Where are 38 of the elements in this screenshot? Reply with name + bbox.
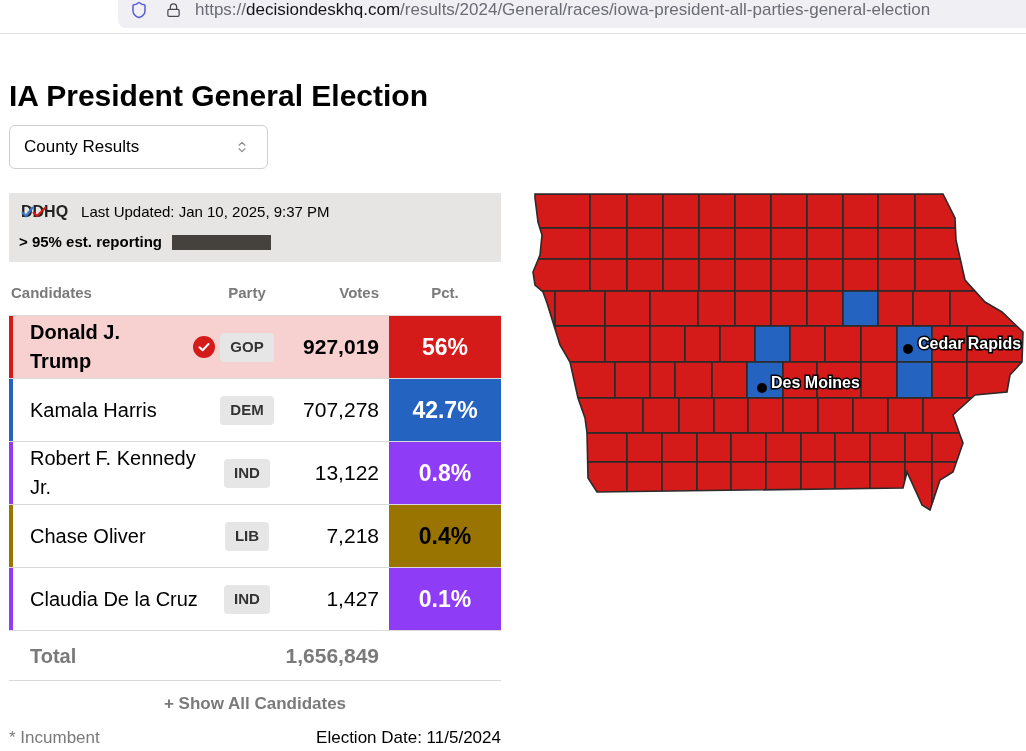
page-title: IA President General Election	[9, 78, 429, 114]
party-badge: DEM	[220, 395, 274, 425]
candidate-name: Chase Oliver	[30, 524, 146, 547]
column-header: Pct.	[431, 284, 459, 302]
percent-cell: 0.1%	[389, 568, 501, 630]
candidate-name: Donald J. Trump	[30, 321, 120, 372]
party-badge: LIB	[224, 521, 270, 551]
vote-count: 1,427	[326, 586, 379, 612]
party-badge: IND	[224, 584, 270, 614]
percent-cell: 42.7%	[389, 379, 501, 441]
vote-count: 7,218	[326, 523, 379, 549]
check-circle-icon	[193, 336, 215, 358]
lock-icon[interactable]	[166, 2, 181, 18]
percent-cell: 0.4%	[389, 505, 501, 567]
incumbent-note: * Incumbent	[9, 727, 100, 750]
view-select[interactable]: County Results	[9, 125, 268, 169]
total-label: Total	[30, 643, 77, 669]
city-dot-icon	[757, 383, 767, 393]
column-header: Candidates	[11, 284, 92, 302]
vote-count: 707,278	[303, 397, 379, 423]
party-badge: IND	[224, 458, 270, 488]
shield-icon[interactable]	[130, 1, 148, 19]
candidate-name: Kamala Harris	[30, 398, 157, 421]
election-date: Election Date: 11/5/2024	[316, 727, 501, 750]
last-updated-text: Last Updated: Jan 10, 2025, 9:37 PM	[81, 202, 330, 222]
percent-cell: 56%	[389, 316, 501, 378]
column-header: Votes	[339, 284, 379, 302]
column-header: Party	[228, 284, 266, 302]
total-votes: 1,656,849	[285, 642, 379, 669]
candidate-name: Claudia De la Cruz	[30, 587, 198, 610]
party-badge: GOP	[220, 332, 274, 362]
vote-count: 927,019	[303, 334, 379, 360]
candidate-name: Robert F. Kennedy Jr.	[30, 447, 196, 498]
vote-count: 13,122	[314, 460, 379, 486]
reporting-text: > 95% est. reporting	[19, 232, 162, 252]
percent-cell: 0.8%	[389, 442, 501, 504]
show-all-candidates-button[interactable]: + Show All Candidates	[157, 689, 353, 719]
city-dot-icon	[903, 344, 913, 354]
